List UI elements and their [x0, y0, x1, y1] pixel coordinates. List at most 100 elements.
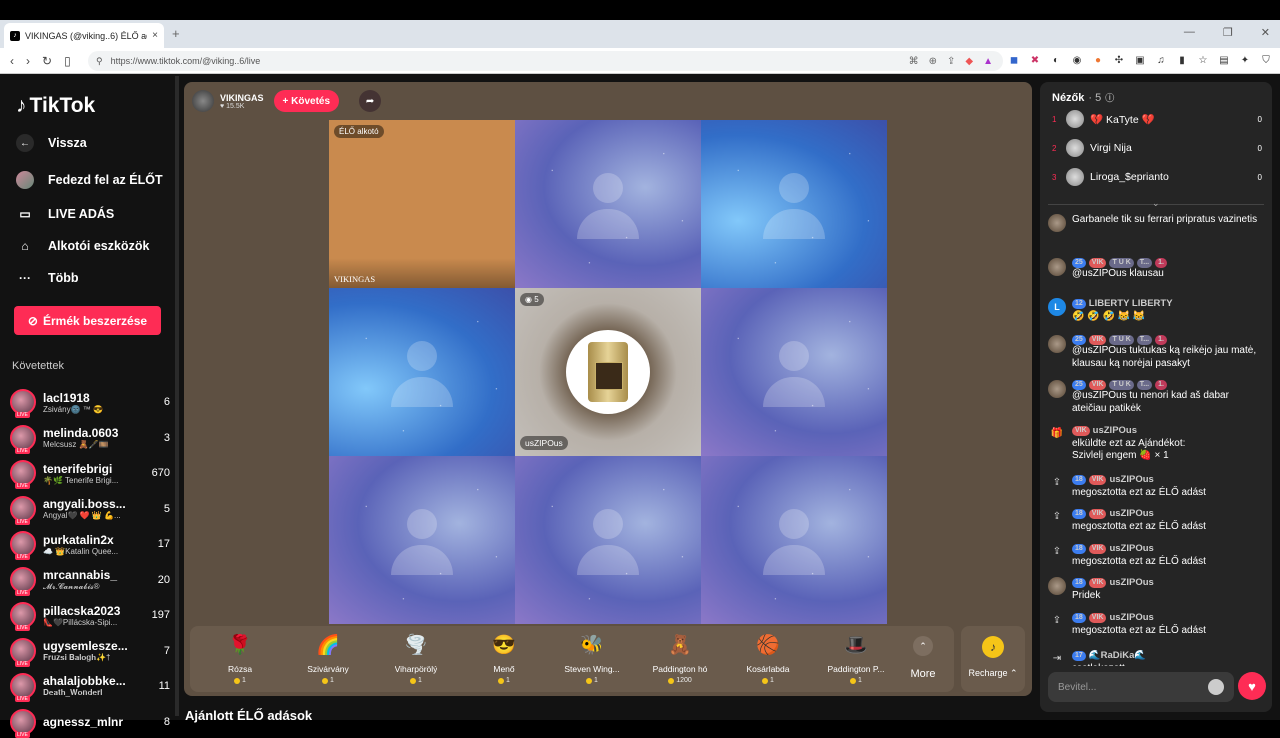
follow-button[interactable]: + Követés	[273, 90, 340, 112]
recharge-button[interactable]: ♪ Recharge ⌃	[961, 626, 1025, 692]
sidebar-scrollbar[interactable]	[175, 76, 179, 716]
following-item[interactable]: lacl1918Zsivány🌚 ™ 😎 6	[10, 386, 170, 418]
chat-message[interactable]: ⇪ 18 VIK usZIPOus megosztotta ezt az ÉLŐ adá…	[1048, 474, 1264, 499]
back-arrow-icon[interactable]: ‹	[10, 54, 14, 68]
extension-icon[interactable]: ✖	[1029, 54, 1041, 66]
back-button[interactable]: ← Vissza	[16, 134, 87, 152]
following-item[interactable]: ahalaljobbke...𝐃𝐞𝐚𝐭𝐡_𝐖𝐨𝐧𝐝𝐞𝐫𝐥 11	[10, 670, 170, 702]
bookmark-icon[interactable]: ▯	[64, 54, 71, 68]
following-item[interactable]: tenerifebrigi🌴🌿 Tenerife Brigi... 670	[10, 457, 170, 489]
chat-username[interactable]: 🌊RaDiKa🌊	[1089, 650, 1146, 663]
translate-icon[interactable]: ⌘	[909, 56, 919, 67]
nav-explore-live[interactable]: Fedezd fel az ÉLŐT	[16, 171, 163, 189]
restore-icon[interactable]: ❐	[1223, 26, 1233, 39]
shield-icon[interactable]: ◆	[965, 56, 973, 67]
chat-username[interactable]: usZIPOus	[1109, 612, 1153, 625]
gift-item[interactable]: 🎩 Paddington P... 1	[812, 630, 900, 688]
chat-username[interactable]: usZIPOus	[1109, 543, 1153, 556]
help-icon[interactable]: ⓘ	[1105, 91, 1114, 104]
following-item[interactable]: mrcannabis_𝓜𝓻.𝓒𝓪𝓷𝓷𝓪𝓫𝓲𝓼® 20	[10, 564, 170, 596]
extension-icon[interactable]: ◉	[1071, 54, 1083, 66]
following-item[interactable]: angyali.boss...Angyal🖤 ❤️ 👑 💪... 5	[10, 493, 170, 525]
chat-message[interactable]: L 12 LIBERTY LIBERTY 🤣 🤣 🤣 😹 😹	[1048, 298, 1264, 323]
like-heart-button[interactable]: ♥	[1238, 672, 1266, 700]
following-item[interactable]: pillacska2023👠🖤Pillácska-Sipi... 197	[10, 599, 170, 631]
extension-icon[interactable]: ✣	[1113, 54, 1125, 66]
extension-icon[interactable]: ◐	[1050, 54, 1062, 66]
chat-username[interactable]: usZIPOus	[1109, 474, 1153, 487]
url-field[interactable]: ⚲ https://www.tiktok.com/@viking..6/live…	[88, 51, 1003, 71]
empty-guest-slot[interactable]	[701, 288, 887, 456]
share-arrow-icon[interactable]: ➦	[359, 90, 382, 112]
chat-username[interactable]: usZIPOus	[1109, 577, 1153, 590]
share-icon[interactable]: ⇪	[947, 56, 955, 67]
browser-tab[interactable]: ♪ VIKINGAS (@viking..6) ÉLŐ adás ×	[4, 23, 164, 48]
gift-item[interactable]: 🌪️ Viharpörölý 1	[372, 630, 460, 688]
extension-icon[interactable]: ●	[1092, 54, 1104, 66]
browser-essentials-icon[interactable]: ⛉	[1260, 54, 1272, 66]
gift-item[interactable]: 🏀 Kosárlabda 1	[724, 630, 812, 688]
nav-creator-tools[interactable]: ⌂ Alkotói eszközök	[16, 237, 149, 255]
extension-icon[interactable]: ◼	[1008, 54, 1020, 66]
top-viewer-row[interactable]: 1 💔 KaTyte 💔 0	[1052, 108, 1262, 130]
close-tab-icon[interactable]: ×	[152, 30, 158, 41]
new-tab-button[interactable]: +	[172, 26, 180, 41]
top-viewer-row[interactable]: 2 Virgi Nija 0	[1052, 137, 1262, 159]
close-window-icon[interactable]: ✕	[1261, 26, 1270, 39]
empty-guest-slot[interactable]	[329, 456, 515, 624]
host-name[interactable]: VIKINGAS	[220, 93, 264, 103]
more-gifts-button[interactable]: ⌃ More	[900, 630, 946, 688]
empty-guest-slot[interactable]	[701, 120, 887, 288]
following-item[interactable]: agnessz_mlnr 8	[10, 706, 170, 738]
chat-message[interactable]: 25 VIK T U K T... 1. @usZIPOus tuktukas ką re…	[1048, 335, 1264, 370]
music-icon[interactable]: ♫	[1155, 54, 1167, 66]
chat-message[interactable]: ⇪ 18 VIK usZIPOus megosztotta ezt az ÉLŐ adá…	[1048, 543, 1264, 568]
copilot-icon[interactable]: ✦	[1239, 54, 1251, 66]
chat-input[interactable]: Bevitel...	[1048, 672, 1234, 702]
empty-guest-slot[interactable]	[515, 456, 701, 624]
extension-icon[interactable]: ▣	[1134, 54, 1146, 66]
gift-item[interactable]: 🧸 Paddington hó 1200	[636, 630, 724, 688]
nav-live-adas[interactable]: ▭ LIVE ADÁS	[16, 205, 114, 223]
nav-more[interactable]: ··· Több	[16, 269, 79, 287]
host-video-cell[interactable]: ÉLŐ alkotó VIKINGAS	[329, 120, 515, 288]
empty-guest-slot[interactable]	[701, 456, 887, 624]
site-info-icon[interactable]: ⚲	[96, 56, 103, 67]
gift-item[interactable]: 🐝 Steven Wing... 1	[548, 630, 636, 688]
empty-guest-slot[interactable]	[515, 120, 701, 288]
chat-username[interactable]: LIBERTY LIBERTY	[1089, 298, 1173, 311]
gift-item[interactable]: 🌈 Szivárvány 1	[284, 630, 372, 688]
guest-video-cell[interactable]: ◉ 5 usZIPOus	[515, 288, 701, 456]
triangle-icon[interactable]: ▲	[983, 56, 993, 67]
chat-username[interactable]: usZIPOus	[1109, 508, 1153, 521]
chat-message[interactable]: 25 VIK T U K T... 1. @usZIPOus klausau	[1048, 258, 1264, 281]
forward-arrow-icon[interactable]: ›	[26, 54, 30, 68]
following-name: agnessz_mlnr	[43, 714, 124, 729]
following-item[interactable]: ugysemlesze...𝐅𝐫𝐮𝐳𝐬𝐢 𝐁𝐚𝐥𝐨𝐠𝐡✨† 7	[10, 635, 170, 667]
chat-message[interactable]: ⇪ 18 VIK usZIPOus megosztotta ezt az ÉLŐ adá…	[1048, 612, 1264, 637]
get-coins-button[interactable]: ⊘ Érmék beszerzése	[14, 306, 161, 335]
chat-message[interactable]: 18 VIK usZIPOus Pridek	[1048, 577, 1264, 602]
reload-icon[interactable]: ↻	[42, 54, 52, 68]
viewers-header[interactable]: Nézők · 5 ⓘ	[1052, 91, 1114, 104]
chat-message[interactable]: ⇪ 18 VIK usZIPOus megosztotta ezt az ÉLŐ adá…	[1048, 508, 1264, 533]
favorites-icon[interactable]: ☆	[1197, 54, 1209, 66]
chat-message[interactable]: Garbanele tik su ferrari pripratus vazin…	[1048, 214, 1264, 232]
sidebar-icon[interactable]: ▮	[1176, 54, 1188, 66]
following-item[interactable]: purkatalin2x☁️ 👑Katalin Quee... 17	[10, 528, 170, 560]
chat-message[interactable]: 🎁 VIK usZIPOus elküldte ezt az Ajándékot: Sz…	[1048, 425, 1264, 463]
minimize-icon[interactable]: —	[1184, 26, 1195, 39]
empty-guest-slot[interactable]	[329, 288, 515, 456]
chat-message[interactable]: 25 VIK T U K T... 1. @usZIPOus tu nenori kad …	[1048, 380, 1264, 415]
emoji-icon[interactable]	[1208, 679, 1224, 695]
top-viewer-row[interactable]: 3 Liroga_$eprianto 0	[1052, 166, 1262, 188]
following-item[interactable]: melinda.0603Melcsusz 🧸🖋️🎞️ 3	[10, 422, 170, 454]
gift-item[interactable]: 😎 Menő 1	[460, 630, 548, 688]
gift-item[interactable]: 🌹 Rózsa 1	[196, 630, 284, 688]
host-avatar[interactable]	[192, 90, 214, 112]
chat-username[interactable]: usZIPOus	[1093, 425, 1137, 438]
collections-icon[interactable]: ▤	[1218, 54, 1230, 66]
tiktok-logo[interactable]: ♪ TikTok	[16, 94, 95, 118]
chat-message[interactable]: ⇥ 17🌊RaDiKa🌊csatlakozott	[1048, 650, 1264, 666]
zoom-icon[interactable]: ⊕	[929, 56, 937, 67]
